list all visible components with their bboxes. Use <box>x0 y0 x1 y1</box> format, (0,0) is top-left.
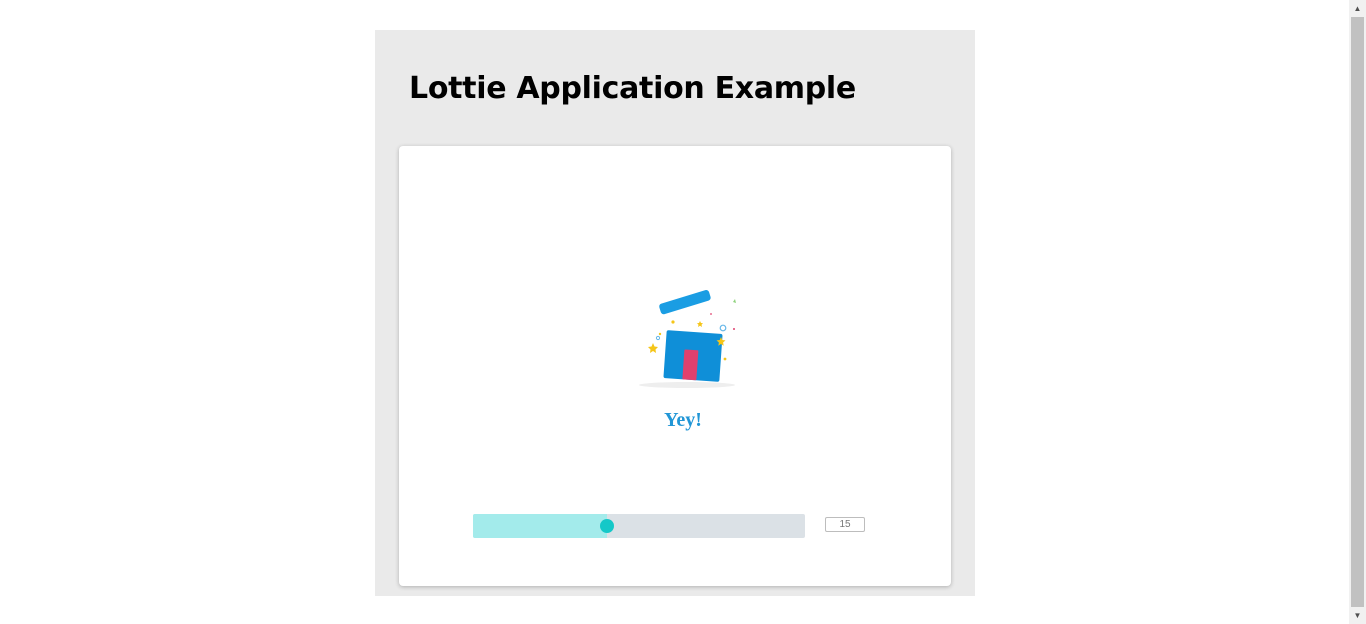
progress-slider-fill <box>473 514 607 538</box>
page: Lottie Application Example Yey! 15 ▲ ▼ <box>0 0 1366 624</box>
scroll-down-arrow-icon[interactable]: ▼ <box>1349 607 1366 624</box>
frame-number-input[interactable] <box>825 517 865 532</box>
progress-slider[interactable] <box>473 514 805 538</box>
page-title: Lottie Application Example <box>409 71 856 106</box>
scroll-up-arrow-icon[interactable]: ▲ <box>1349 0 1366 17</box>
lottie-animation <box>635 286 745 391</box>
app-panel: Lottie Application Example Yey! 15 <box>375 30 975 596</box>
progress-slider-thumb[interactable] <box>600 519 614 533</box>
vertical-scrollbar[interactable]: ▲ ▼ <box>1349 0 1366 624</box>
animation-caption: Yey! <box>664 409 702 431</box>
animation-card: Yey! <box>399 146 951 586</box>
scrollbar-thumb[interactable] <box>1351 17 1364 607</box>
gift-box-open-icon <box>639 289 736 388</box>
